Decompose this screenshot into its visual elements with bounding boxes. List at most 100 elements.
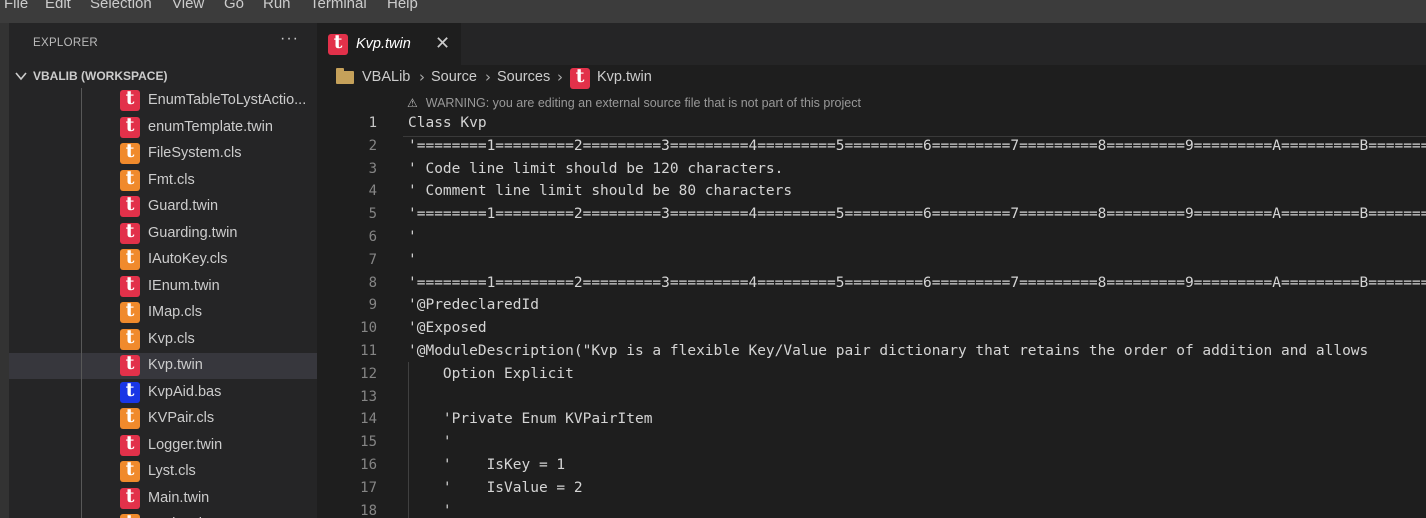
- line-number: 12: [360, 365, 377, 382]
- twin-file-icon: t: [120, 220, 140, 244]
- code-line[interactable]: 13: [317, 387, 1426, 410]
- cls-file-icon: t: [120, 167, 140, 191]
- cls-file-icon: t: [120, 511, 140, 518]
- twin-file-icon: t: [120, 87, 140, 111]
- file-item[interactable]: t Fmt.cls: [9, 167, 317, 194]
- code-line[interactable]: 16 ' IsKey = 1: [317, 455, 1426, 478]
- activity-bar: [0, 23, 9, 518]
- twin-file-icon: t: [328, 31, 348, 55]
- chevron-down-icon: [15, 72, 27, 81]
- file-label: KvpAid.bas: [148, 383, 222, 400]
- file-label: IMap.cls: [148, 304, 202, 320]
- code-text: ' IsKey = 1: [408, 457, 566, 473]
- line-number: 16: [360, 457, 377, 473]
- line-number: 15: [360, 434, 377, 451]
- file-label: EnumTableToLystActio...: [148, 92, 307, 108]
- line-number: 13: [360, 388, 377, 405]
- code-text: '@ModuleDescription("Kvp is a flexible K…: [408, 343, 1369, 359]
- file-item[interactable]: t Main.twin: [9, 485, 317, 512]
- tab-kvp-twin[interactable]: t Kvp.twin ✕: [317, 23, 461, 65]
- close-icon[interactable]: ✕: [435, 33, 450, 54]
- code-line[interactable]: 6 ': [317, 227, 1426, 250]
- menu-terminal[interactable]: Terminal: [310, 0, 367, 12]
- indent-guide: [81, 88, 82, 518]
- file-item[interactable]: t Guard.twin: [9, 193, 317, 220]
- code-line[interactable]: 9 '@PredeclaredId: [317, 295, 1426, 318]
- code-line[interactable]: 7 ': [317, 250, 1426, 273]
- file-item[interactable]: t Guarding.twin: [9, 220, 317, 247]
- folder-icon: [336, 68, 354, 84]
- twin-file-icon: t: [120, 273, 140, 297]
- code-line[interactable]: 15 ': [317, 432, 1426, 455]
- line-number: 7: [368, 251, 377, 268]
- file-item[interactable]: t IMap.cls: [9, 299, 317, 326]
- workspace-header[interactable]: VBALIB (WORKSPACE): [9, 66, 317, 88]
- file-label: Logger.twin: [148, 436, 223, 453]
- file-item[interactable]: t enumTemplate.twin: [9, 114, 317, 141]
- indent-guide: [408, 362, 409, 518]
- line-number: 4: [368, 183, 377, 200]
- breadcrumb-sources[interactable]: Sources: [497, 69, 550, 85]
- chevron-right-icon: ›: [485, 68, 491, 86]
- file-item[interactable]: tMaths.cls: [9, 511, 317, 518]
- file-item[interactable]: t KvpAid.bas: [9, 379, 317, 406]
- file-label: Main.twin: [148, 489, 210, 506]
- file-item[interactable]: t FileSystem.cls: [9, 140, 317, 167]
- line-number: 14: [360, 411, 377, 428]
- cls-file-icon: t: [120, 246, 140, 270]
- code-line[interactable]: 4 ' Comment line limit should be 80 chara…: [317, 181, 1426, 204]
- code-line[interactable]: 17 ' IsValue = 2: [317, 478, 1426, 501]
- chevron-right-icon: ›: [419, 68, 425, 86]
- menu-help[interactable]: Help: [387, 0, 418, 12]
- code-text: '========1=========2=========3=========4…: [408, 137, 1426, 154]
- code-line[interactable]: 2 '========1=========2=========3=========…: [317, 136, 1426, 159]
- code-text: ': [408, 502, 452, 518]
- breadcrumb-source[interactable]: Source: [431, 69, 477, 85]
- menu-selection[interactable]: Selection: [90, 0, 152, 12]
- file-label: Kvp.cls: [148, 330, 195, 347]
- bas-file-icon: t: [120, 379, 140, 403]
- line-number: 1: [368, 115, 377, 131]
- file-label: Lyst.cls: [148, 463, 196, 479]
- file-label: Guard.twin: [148, 198, 219, 214]
- file-item[interactable]: t IEnum.twin: [9, 273, 317, 300]
- file-label: Fmt.cls: [148, 171, 195, 188]
- file-item[interactable]: t KVPair.cls: [9, 405, 317, 432]
- menu-edit[interactable]: Edit: [45, 0, 71, 12]
- code-text: '@PredeclaredId: [408, 297, 539, 314]
- code-text: '========1=========2=========3=========4…: [408, 206, 1426, 223]
- file-item[interactable]: t Kvp.cls: [9, 326, 317, 353]
- menu-file[interactable]: File: [4, 0, 28, 12]
- code-line[interactable]: 11 '@ModuleDescription("Kvp is a flexible…: [317, 341, 1426, 364]
- file-item[interactable]: t IAutoKey.cls: [9, 246, 317, 273]
- line-number: 11: [360, 343, 377, 359]
- line-number: 6: [368, 229, 377, 245]
- file-item[interactable]: t Lyst.cls: [9, 458, 317, 485]
- breadcrumb-vbalib[interactable]: VBALib: [362, 69, 410, 85]
- code-line[interactable]: 1 Class Kvp: [317, 113, 1426, 136]
- explorer-title: EXPLORER: [33, 37, 99, 49]
- code-line[interactable]: 3 ' Code line limit should be 120 charact…: [317, 159, 1426, 182]
- line-number: 3: [368, 160, 377, 177]
- twin-file-icon: t: [120, 352, 140, 376]
- code-line[interactable]: 8 '========1=========2=========3=========…: [317, 273, 1426, 296]
- menu-go[interactable]: Go: [224, 0, 244, 12]
- code-line[interactable]: 10 '@Exposed: [317, 318, 1426, 341]
- twin-file-icon: t: [120, 432, 140, 456]
- file-item[interactable]: t Kvp.twin: [9, 352, 317, 379]
- warning-text: WARNING: you are editing an external sou…: [425, 96, 861, 110]
- breadcrumb-file[interactable]: Kvp.twin: [597, 69, 652, 85]
- file-label: IAutoKey.cls: [148, 251, 228, 267]
- file-item[interactable]: t EnumTableToLystActio...: [9, 87, 317, 114]
- code-text: Option Explicit: [408, 365, 574, 382]
- menu-view[interactable]: View: [172, 0, 204, 12]
- menu-run[interactable]: Run: [263, 0, 291, 12]
- warning-banner: ⚠ WARNING: you are editing an external so…: [407, 96, 861, 110]
- code-line[interactable]: 14 'Private Enum KVPairItem: [317, 409, 1426, 432]
- cls-file-icon: t: [120, 458, 140, 482]
- more-actions-icon[interactable]: ···: [280, 30, 299, 48]
- code-line[interactable]: 18 ': [317, 501, 1426, 518]
- code-line[interactable]: 12 Option Explicit: [317, 364, 1426, 387]
- code-line[interactable]: 5 '========1=========2=========3=========…: [317, 204, 1426, 227]
- file-item[interactable]: t Logger.twin: [9, 432, 317, 459]
